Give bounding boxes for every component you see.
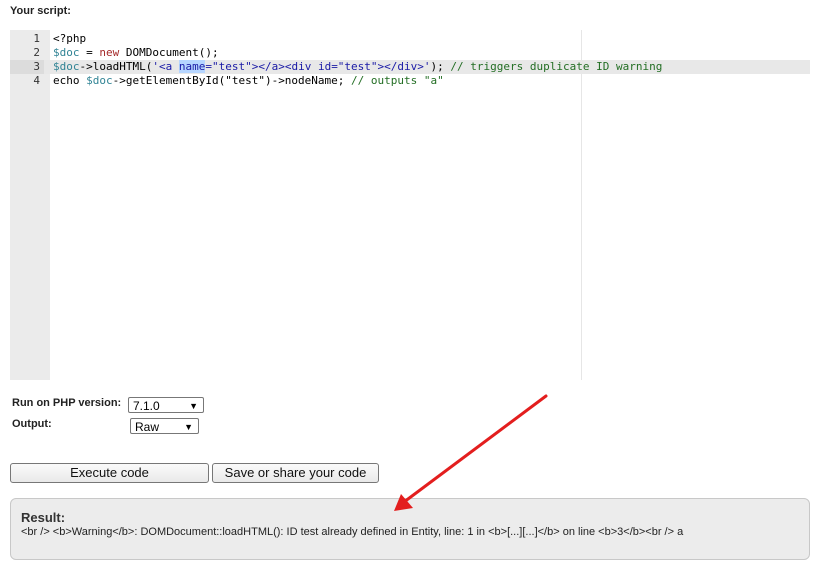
result-title: Result: [21, 510, 66, 525]
result-panel: Result: <br /> <b>Warning</b>: DOMDocume… [10, 498, 810, 560]
code-token: <?php [53, 32, 87, 45]
code-editor[interactable]: 1 <?php 2 $doc = new DOMDocument(); 3 $doc->l… [10, 30, 810, 380]
code-token: ->getElementById("test")->nodeName; [112, 74, 352, 87]
code-token: '<a [152, 60, 179, 73]
code-token: DOMDocument(); [119, 46, 219, 59]
line-number: 1 [33, 32, 40, 45]
code-line[interactable]: 1 <?php [10, 32, 810, 46]
code-token: = [79, 46, 100, 59]
code-line[interactable]: 3 $doc->loadHTML('<a name="test"></a><div… [10, 60, 810, 74]
line-number: 4 [33, 74, 40, 87]
result-text: <br /> <b>Warning</b>: DOMDocument::load… [21, 526, 684, 538]
code-token: $doc [53, 60, 80, 73]
chevron-down-icon: ▼ [184, 422, 193, 432]
php-version-label: Run on PHP version: [12, 397, 122, 409]
chevron-down-icon: ▼ [189, 401, 198, 411]
code-token: $doc [53, 46, 80, 59]
code-token: new [99, 46, 120, 59]
code-text: $doc->loadHTML('<a name="test"></a><div … [53, 60, 662, 74]
output-value: Raw [135, 420, 160, 434]
code-token: // outputs "a" [351, 74, 444, 87]
line-number: 3 [10, 60, 44, 74]
output-select[interactable]: Raw ▼ [130, 418, 199, 434]
code-token: $doc [86, 74, 113, 87]
code-token: ->loadHTML( [79, 60, 153, 73]
code-token: echo [53, 74, 87, 87]
code-token: ="test"></a><div id="test"></div>' [205, 60, 431, 73]
code-line[interactable]: 2 $doc = new DOMDocument(); [10, 46, 810, 60]
save-share-button[interactable]: Save or share your code [212, 463, 379, 483]
code-text: echo $doc->getElementById("test")->nodeN… [53, 74, 444, 88]
code-line[interactable]: 4 echo $doc->getElementById("test")->node… [10, 74, 810, 88]
line-number: 2 [33, 46, 40, 59]
code-token: // triggers duplicate ID warning [450, 60, 663, 73]
code-token: name [178, 60, 206, 73]
php-version-value: 7.1.0 [133, 399, 160, 413]
code-text: <?php [53, 32, 86, 46]
code-token: ); [430, 60, 451, 73]
output-label: Output: [12, 418, 52, 430]
php-version-select[interactable]: 7.1.0 ▼ [128, 397, 204, 413]
code-text: $doc = new DOMDocument(); [53, 46, 219, 60]
heading: Your script: [10, 5, 71, 17]
execute-code-button[interactable]: Execute code [10, 463, 209, 483]
